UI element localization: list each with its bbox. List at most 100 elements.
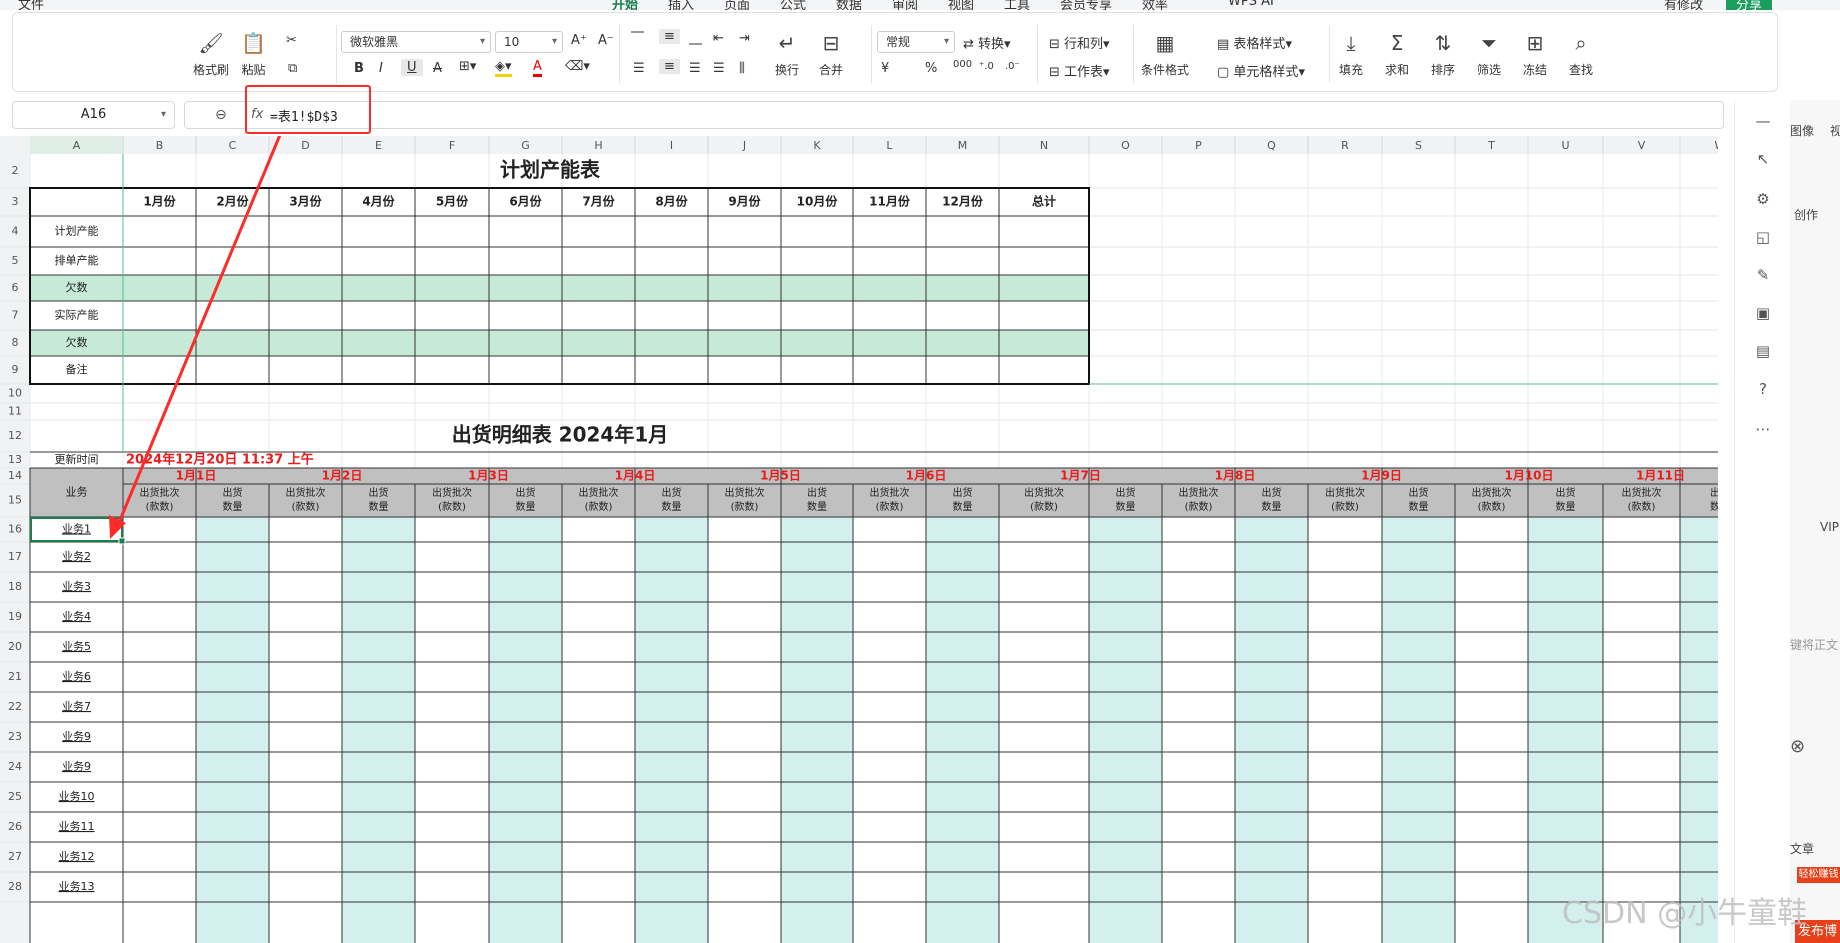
panel-text: 图像 [1790,124,1815,138]
close-icon[interactable]: ⊗ [1790,736,1805,757]
fill-button[interactable]: ⤓ 填充 [1339,31,1363,78]
name-box[interactable]: A16 ▾ [12,101,175,129]
row-label: 备注 [66,362,88,376]
fill-color-icon[interactable]: ◈▾ [495,59,512,77]
month-header: 12月份 [942,194,984,209]
rows-cols-button[interactable]: ⊟ 行和列▾ [1049,33,1110,52]
menu-file[interactable]: 文件 [18,0,44,10]
row-header: 6 [12,281,19,294]
date-header: 1月3日 [468,469,509,483]
cursor-icon[interactable]: ↖ [1753,150,1773,170]
font-name-select[interactable]: 微软雅黑 ▾ [341,31,491,53]
shape-icon[interactable]: ◱ [1753,228,1773,248]
font-color-button[interactable]: A [533,59,542,77]
cut-icon[interactable]: ✂ [286,33,297,48]
update-time: 2024年12月20日 11:37 上午 [126,452,314,468]
justify-icon[interactable]: ☰ [713,61,725,76]
align-left-icon[interactable]: ☰ [633,61,645,76]
image-icon[interactable]: ▣ [1753,304,1773,324]
business-link: 业务9 [62,730,91,743]
tools-icon[interactable]: ✎ [1753,266,1773,286]
help-icon[interactable]: ? [1753,380,1773,400]
sub-batch: (款数) [146,500,174,513]
sum-button[interactable]: Σ 求和 [1385,31,1409,78]
copy-icon[interactable]: ⧉ [288,61,297,76]
spreadsheet-grid[interactable]: ABCDEFGHIJKLMNOPQRSTUVW23456789101112131… [0,136,1718,943]
menu-member[interactable]: 会员专享 [1060,0,1112,10]
row-header: 11 [8,405,22,418]
row-header: 21 [8,670,22,683]
percent-button[interactable]: % [925,61,937,76]
bold-button[interactable]: B [354,61,364,76]
column-header: M [958,139,968,152]
indent-icon[interactable]: ⇥ [739,31,750,46]
paste-button[interactable]: 📋 粘贴 [241,31,266,78]
column-header: I [670,139,673,152]
cell-style-button[interactable]: ▢ 单元格样式▾ [1217,61,1305,80]
convert-button[interactable]: ⇄ 转换▾ [963,33,1011,52]
menu-efficiency[interactable]: 效率 [1142,0,1168,10]
align-bottom-icon[interactable]: ⎽ [689,31,702,46]
italic-button[interactable]: I [379,61,383,76]
row-header: 28 [8,880,22,893]
thousands-button[interactable]: 000 [953,59,972,70]
decrease-decimal-icon[interactable]: .0⁻ [1005,61,1020,72]
underline-button[interactable]: U [401,59,423,76]
menu-bar: 文件 开始 插入 页面 公式 数据 审阅 视图 工具 会员专享 效率 WPS A… [0,0,1840,10]
book-icon[interactable]: ▤ [1753,342,1773,362]
table-style-button[interactable]: ▤ 表格样式▾ [1217,33,1292,52]
column-header: U [1561,139,1569,152]
formula-input[interactable]: ⊖ fx [184,101,1724,129]
align-middle-icon[interactable]: ≡ [659,29,680,44]
sub-qty: 出货 [1409,486,1429,499]
sort-button[interactable]: ⇅ 排序 [1431,31,1455,78]
menu-wps-ai[interactable]: WPS AI [1228,0,1274,9]
menu-insert[interactable]: 插入 [668,0,694,10]
menu-review[interactable]: 审阅 [892,0,918,10]
panel-text: 创作 [1794,208,1819,222]
sub-qty: 数量 [662,500,682,513]
borders-icon[interactable]: ⊞▾ [459,59,476,74]
align-right-icon[interactable]: ☰ [689,61,701,76]
align-center-icon[interactable]: ≡ [659,59,680,74]
sub-qty: 出货 [953,486,973,499]
wrap-text-button[interactable]: ↵ 换行 [775,31,799,78]
minimize-icon[interactable]: — [1753,112,1773,132]
business-link: 业务4 [62,610,91,623]
currency-button[interactable]: ¥ [881,61,889,76]
shrink-font-icon[interactable]: A⁻ [598,33,614,48]
sub-batch: (款数) [1628,500,1656,513]
menu-changes[interactable]: 有修改 [1664,0,1703,10]
menu-data[interactable]: 数据 [836,0,862,10]
eraser-icon[interactable]: ⌫▾ [565,59,590,74]
mint-row [123,275,1089,301]
menu-view[interactable]: 视图 [948,0,974,10]
column-header: L [886,139,893,152]
sliders-icon[interactable]: ⚙ [1753,190,1773,210]
menu-tools[interactable]: 工具 [1004,0,1030,10]
zoom-icon[interactable]: ⊖ [215,107,227,123]
outdent-icon[interactable]: ⇤ [713,31,724,46]
worksheet-button[interactable]: ⊟ 工作表▾ [1049,61,1110,80]
find-button[interactable]: ⌕ 查找 [1569,31,1593,78]
grow-font-icon[interactable]: A⁺ [571,33,587,48]
earn-badge[interactable]: 轻松赚钱 [1797,867,1840,883]
menu-formula[interactable]: 公式 [780,0,806,10]
font-size-select[interactable]: 10 ▾ [495,31,563,53]
freeze-button[interactable]: ⊞ 冻结 [1523,31,1547,78]
sub-batch: 出货批次 [1024,486,1064,499]
filter-button[interactable]: ⏷ 筛选 [1477,31,1501,78]
more-icon[interactable]: ⋯ [1753,420,1773,440]
share-button[interactable]: 分享 [1726,0,1773,10]
number-format-select[interactable]: 常规 ▾ [877,31,955,53]
row-header: 12 [8,429,22,442]
merge-button[interactable]: ⊟ 合并 [819,31,843,78]
increase-decimal-icon[interactable]: ⁺.0 [979,61,994,72]
menu-home[interactable]: 开始 [612,0,638,10]
conditional-format-button[interactable]: ▦ 条件格式 [1141,31,1189,78]
align-top-icon[interactable]: ⎺ [631,31,644,46]
menu-page[interactable]: 页面 [724,0,750,10]
strikethrough-button[interactable]: A [433,61,442,76]
format-painter-button[interactable]: 🖌 格式刷 [193,31,229,78]
distributed-icon[interactable]: ⫼ [739,61,745,76]
